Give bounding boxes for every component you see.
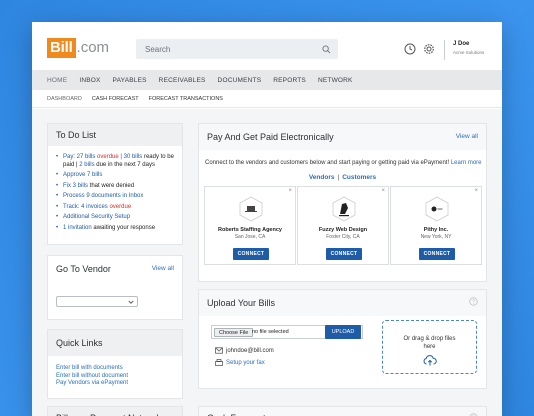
vendor-logo-fuzzy-icon: [332, 196, 356, 222]
search-input[interactable]: [136, 39, 338, 59]
setup-fax-link[interactable]: Setup your fax: [215, 359, 265, 366]
subnav-dashboard[interactable]: DASHBOARD: [47, 96, 82, 102]
nav-inbox[interactable]: INBOX: [79, 77, 100, 84]
file-dropzone[interactable]: Or drag & drop files here: [382, 320, 477, 374]
todo-item-process[interactable]: Process 9 documents in Inbox: [56, 193, 184, 201]
choose-file-button[interactable]: Choose File: [214, 328, 254, 337]
vendor-card: × Roberts Staffing Agency San Jose, CA C…: [204, 186, 296, 265]
quick-links-panel: Quick Links Enter bill with documents En…: [47, 329, 183, 399]
user-company: Acme Solutions: [453, 50, 485, 55]
cloud-upload-icon: [423, 355, 437, 366]
nav-network[interactable]: NETWORK: [318, 77, 353, 84]
vendor-logo-pithy-icon: [425, 196, 449, 222]
vendor-name: Fuzzy Web Design: [318, 227, 368, 233]
app-window: Bill .com J Doe Acme Solutions HOME INBO…: [32, 22, 502, 416]
todo-item-pay[interactable]: Pay: 27 bills overdue | 30 bills ready t…: [56, 154, 184, 169]
search-icon[interactable]: [322, 45, 331, 54]
todo-item-security[interactable]: Additional Security Setup: [56, 214, 184, 222]
todo-item-track[interactable]: Track: 4 invoices overdue: [56, 204, 184, 212]
cash-forecast-title: Cash Forecast: [199, 407, 486, 416]
vendor-select[interactable]: [56, 296, 138, 307]
gear-icon[interactable]: [423, 43, 435, 55]
quick-link-without-document[interactable]: Enter bill without document: [56, 373, 128, 381]
primary-nav: HOME INBOX PAYABLES RECEIVABLES DOCUMENT…: [32, 70, 502, 90]
user-name[interactable]: J Doe: [453, 41, 469, 47]
pay-get-paid-title: Pay And Get Paid Electronically: [199, 124, 486, 150]
todo-list: Pay: 27 bills overdue | 30 bills ready t…: [56, 154, 184, 235]
connect-button[interactable]: CONNECT: [419, 248, 455, 260]
help-icon[interactable]: ?: [469, 297, 478, 306]
tab-customers[interactable]: Customers: [342, 174, 376, 181]
vendor-location: San Jose, CA: [234, 234, 266, 240]
header-divider: [444, 40, 445, 60]
top-bar: Bill .com J Doe Acme Solutions: [32, 22, 502, 70]
quick-links-title: Quick Links: [48, 330, 182, 356]
vendor-logo-roberts-icon: [239, 196, 263, 222]
pay-get-paid-panel: Pay And Get Paid Electronically View all…: [198, 123, 487, 282]
todo-item-fix[interactable]: Fix 3 bills that were denied: [56, 183, 184, 191]
learn-more-link[interactable]: Learn more: [451, 160, 482, 166]
sub-nav: DASHBOARD CASH FORECAST FORECAST TRANSAC…: [32, 90, 502, 108]
close-icon[interactable]: ×: [381, 188, 385, 194]
nav-reports[interactable]: REPORTS: [273, 77, 306, 84]
vendor-name: Pithy Inc.: [423, 227, 449, 233]
nav-home[interactable]: HOME: [47, 77, 67, 84]
vendor-name: Roberts Staffing Agency: [218, 227, 282, 233]
upload-bills-title: Upload Your Bills: [199, 290, 486, 316]
file-status-text: no file selected: [252, 329, 289, 335]
logo-domain-text: .com: [76, 39, 110, 56]
upload-button[interactable]: UPLOAD: [325, 325, 361, 339]
subnav-cash-forecast[interactable]: CASH FORECAST: [92, 96, 139, 102]
vendor-card: × Pithy Inc. New York, NY CONNECT: [390, 186, 482, 265]
brand-logo[interactable]: Bill .com: [47, 38, 109, 58]
connect-button[interactable]: CONNECT: [233, 248, 269, 260]
clock-icon[interactable]: [404, 43, 416, 55]
pay-get-paid-view-all-link[interactable]: View all: [456, 133, 478, 140]
nav-receivables[interactable]: RECEIVABLES: [159, 77, 206, 84]
cash-forecast-panel: Cash Forecast ?: [198, 406, 487, 416]
subnav-forecast-transactions[interactable]: FORECAST TRANSACTIONS: [149, 96, 223, 102]
nav-payables[interactable]: PAYABLES: [113, 77, 147, 84]
pay-get-paid-description: Connect to the vendors and customers bel…: [205, 160, 482, 166]
todo-item-invitation[interactable]: 1 invitation awaiting your response: [56, 225, 184, 233]
todo-panel: To Do List Pay: 27 bills overdue | 30 bi…: [47, 123, 183, 245]
chevron-down-icon: [128, 300, 134, 304]
vendor-customer-tabs: Vendors | Customers: [308, 174, 377, 181]
payment-network-panel: Bill.com Payment Network: [47, 406, 183, 416]
close-icon[interactable]: ×: [474, 188, 478, 194]
logo-box-text: Bill: [47, 38, 76, 58]
goto-vendor-panel: Go To Vendor View all: [47, 255, 183, 320]
upload-email: johndoe@bill.com: [215, 347, 274, 354]
upload-bills-panel: Upload Your Bills ? Choose File no file …: [198, 289, 487, 389]
fax-icon: [215, 359, 223, 366]
quick-link-with-documents[interactable]: Enter bill with documents: [56, 365, 128, 373]
vendor-location: New York, NY: [420, 234, 452, 240]
vendor-card: × Fuzzy Web Design Foster City, CA CONNE…: [297, 186, 389, 265]
todo-item-approve[interactable]: Approve 7 bills: [56, 172, 184, 180]
dropzone-text: Or drag & drop files here: [403, 336, 456, 350]
svg-text:?: ?: [472, 300, 475, 306]
todo-title: To Do List: [48, 124, 182, 146]
envelope-icon: [215, 347, 223, 354]
goto-vendor-view-all-link[interactable]: View all: [152, 265, 174, 272]
quick-link-pay-vendors[interactable]: Pay Vendors via ePayment: [56, 380, 128, 388]
dashboard-content: To Do List Pay: 27 bills overdue | 30 bi…: [32, 109, 502, 416]
connect-button[interactable]: CONNECT: [326, 248, 362, 260]
vendor-location: Foster City, CA: [326, 234, 360, 240]
payment-network-title: Bill.com Payment Network: [48, 407, 182, 416]
tab-vendors[interactable]: Vendors: [309, 174, 335, 181]
quick-links-list: Enter bill with documents Enter bill wit…: [56, 365, 128, 388]
close-icon[interactable]: ×: [288, 188, 292, 194]
nav-documents[interactable]: DOCUMENTS: [218, 77, 262, 84]
